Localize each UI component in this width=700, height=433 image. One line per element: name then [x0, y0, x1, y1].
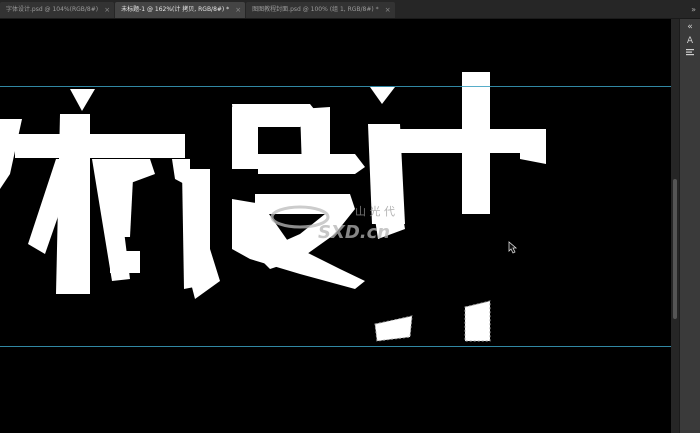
horizontal-guide[interactable] — [0, 86, 671, 87]
artwork: 山 光 代 SXD.cn — [0, 72, 546, 342]
document-canvas[interactable]: 山 光 代 SXD.cn — [0, 19, 671, 433]
document-tab-1[interactable]: 字体设计.psd @ 104%(RGB/8#) × — [0, 2, 115, 18]
document-tab-label: 图图教程封面.psd @ 100% (组 1, RGB/8#) * — [252, 6, 379, 13]
glyph-ti — [0, 89, 185, 294]
mouse-cursor-icon — [508, 241, 518, 254]
tab-overflow-icon[interactable]: » — [691, 2, 696, 18]
close-icon[interactable]: × — [235, 2, 241, 18]
selection-fragments — [374, 300, 491, 342]
chevron-double-left-icon[interactable]: « — [683, 21, 697, 33]
document-tab-label: 字体设计.psd @ 104%(RGB/8#) — [6, 6, 99, 13]
document-tab-2[interactable]: 未标题-1 @ 162%(计 拷贝, RGB/8#) * × — [115, 2, 246, 18]
watermark-text-bottom: SXD.cn — [318, 222, 390, 243]
vertical-scrollbar[interactable] — [671, 19, 679, 433]
glyph-she — [172, 104, 365, 299]
character-panel-icon[interactable]: A — [683, 35, 697, 47]
horizontal-guide[interactable] — [0, 346, 671, 347]
close-icon[interactable]: × — [385, 2, 391, 18]
close-icon[interactable]: × — [104, 2, 110, 18]
character-glyph: A — [686, 36, 694, 46]
document-tab-3[interactable]: 图图教程封面.psd @ 100% (组 1, RGB/8#) * × — [246, 2, 395, 18]
watermark-text-top: 山 光 代 — [355, 204, 395, 218]
document-tab-label: 未标题-1 @ 162%(计 拷贝, RGB/8#) * — [121, 6, 230, 13]
scrollbar-thumb[interactable] — [673, 179, 677, 319]
collapsed-panel-dock: « A — [679, 19, 700, 433]
document-tab-bar: 字体设计.psd @ 104%(RGB/8#) × 未标题-1 @ 162%(计… — [0, 0, 700, 19]
paragraph-panel-icon[interactable] — [683, 48, 697, 60]
